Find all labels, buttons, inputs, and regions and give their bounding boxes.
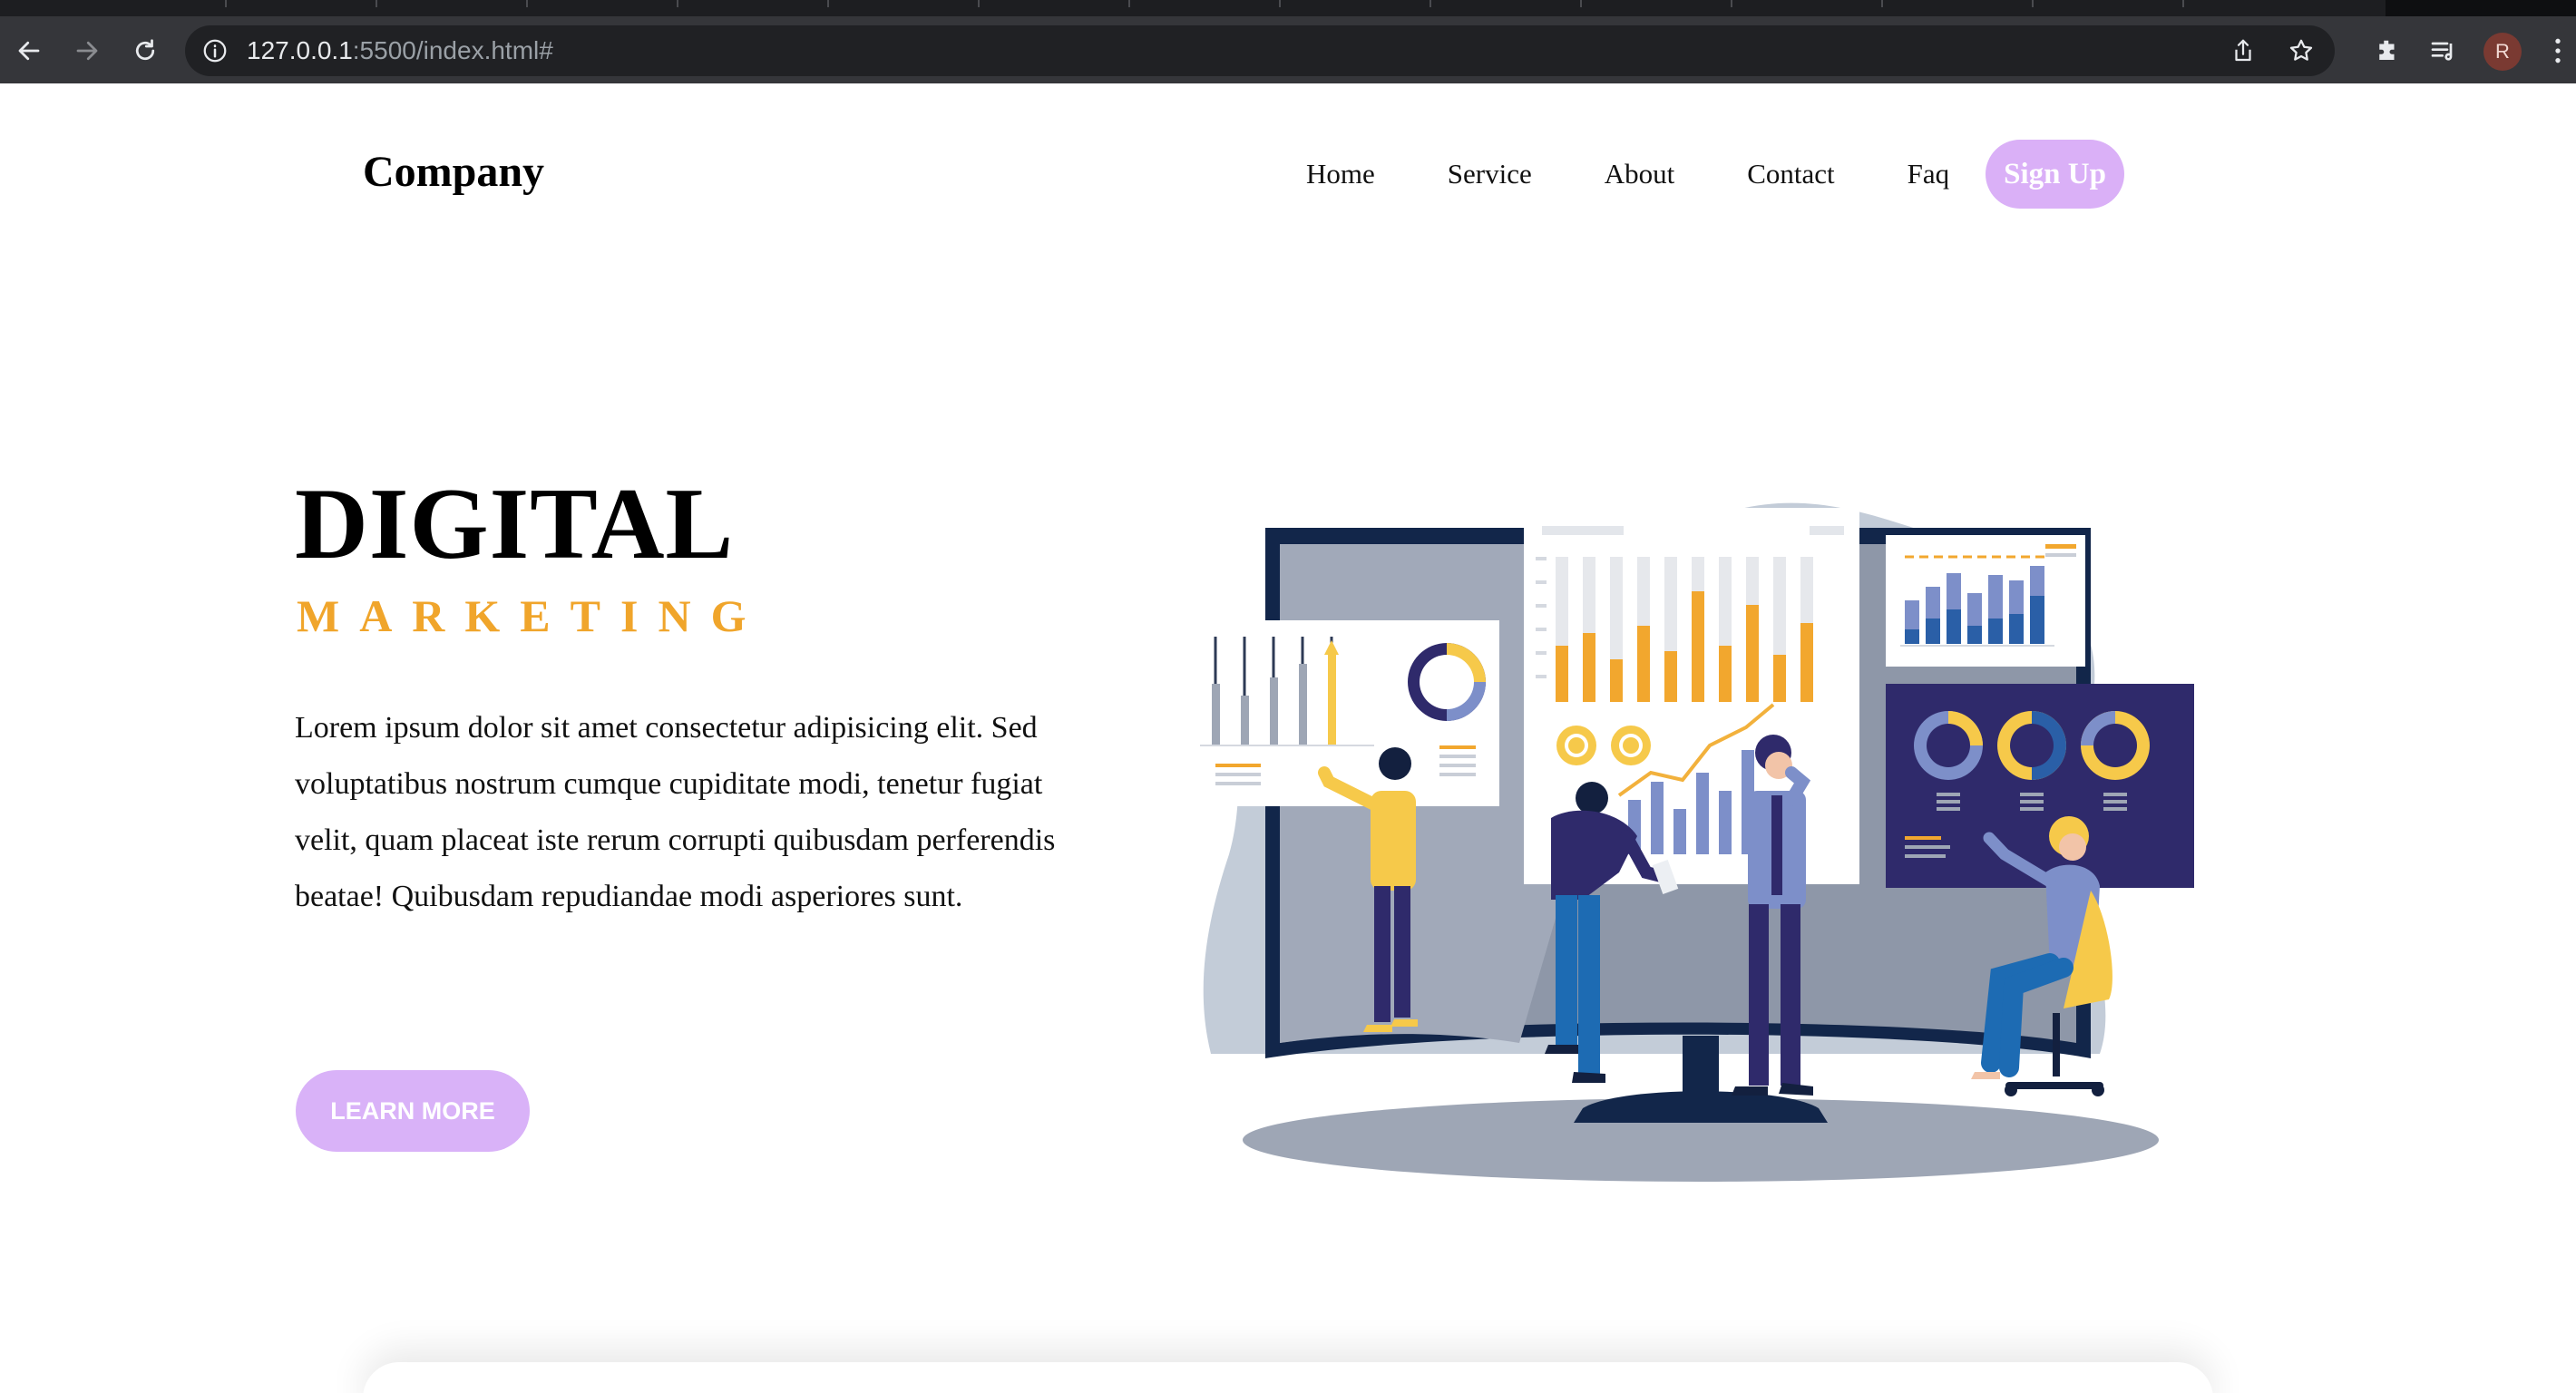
tab-separator [827,0,829,7]
donut-chart [1408,643,1486,721]
hero-description: Lorem ipsum dolor sit amet consectetur a… [295,711,1056,913]
active-tab[interactable] [2386,0,2576,16]
brand-logo[interactable]: Company [363,147,544,197]
tab-separator [677,0,678,7]
browser-toolbar: 127.0.0.1:5500/index.html# R [0,16,2576,83]
tab-separator [2032,0,2034,7]
arrow-right-icon [76,41,98,61]
reload-icon [135,39,155,61]
puzzle-icon [2379,40,2395,60]
bookmark-star-icon[interactable] [2288,37,2315,64]
nav-link-about[interactable]: About [1605,158,1675,190]
forward-button[interactable] [69,33,105,69]
url-path: :5500/index.html# [352,36,553,64]
share-icon[interactable] [2230,37,2257,64]
hero-subtitle: MARKETING [297,590,766,641]
nav-link-faq[interactable]: Faq [1908,158,1950,190]
hero-title: DIGITAL [295,468,735,580]
tab-separator [1731,0,1732,7]
nav-link-home[interactable]: Home [1306,158,1375,190]
browser-tab-strip [0,0,2576,16]
tab-separator [225,0,227,7]
kebab-menu-icon [2555,38,2561,63]
reading-list-button[interactable] [2425,33,2462,69]
page: Company Home Service About Contact Faq S… [0,83,2576,1393]
signup-button[interactable]: Sign Up [1986,140,2124,209]
triple-donut-chart [1914,711,2150,780]
tab-separator [526,0,528,7]
url-host: 127.0.0.1 [247,36,353,64]
main-nav: Home Service About Contact Faq Sign Up [1306,140,2124,209]
reload-button[interactable] [127,33,163,69]
tab-separator [2182,0,2184,7]
tab-separator [1881,0,1883,7]
tab-separator [1128,0,1130,7]
tab-separator [1429,0,1431,7]
learn-more-button[interactable]: LEARN MORE [296,1070,530,1152]
url-text[interactable]: 127.0.0.1:5500/index.html# [247,25,553,76]
address-bar[interactable]: 127.0.0.1:5500/index.html# [185,25,2335,76]
nav-link-service[interactable]: Service [1448,158,1532,190]
extensions-button[interactable] [2369,33,2405,69]
tab-separator [978,0,980,7]
nav-link-contact[interactable]: Contact [1747,158,1834,190]
tab-separator [1580,0,1582,7]
media-queue-icon [2431,42,2453,61]
tab-separator [1279,0,1281,7]
browser-menu-button[interactable] [2540,33,2576,69]
back-button[interactable] [11,33,47,69]
profile-avatar[interactable]: R [2483,33,2522,71]
digital-marketing-team-illustration [1200,502,2194,1182]
arrow-left-icon [18,41,40,61]
tab-separator [376,0,377,7]
info-icon[interactable] [201,37,229,64]
next-section-card [363,1362,2213,1393]
